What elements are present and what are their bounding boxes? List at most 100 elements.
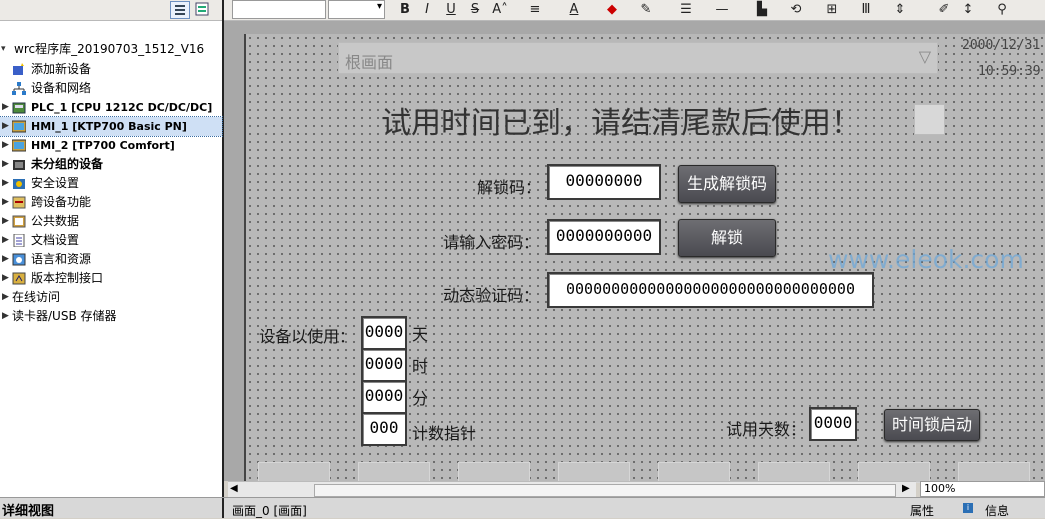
screen-nav-button-2[interactable]: [358, 462, 430, 483]
tree-item-label: 安全设置: [31, 176, 80, 190]
tree-item-version-control[interactable]: ▶ 版本控制接口: [0, 269, 222, 288]
bold-icon[interactable]: B: [398, 2, 412, 17]
expand-arrow-icon[interactable]: ▶: [2, 250, 10, 269]
generate-unlock-code-button[interactable]: 生成解锁码: [678, 165, 776, 203]
expand-arrow-icon[interactable]: ▶: [2, 288, 10, 307]
chevron-down-icon[interactable]: ▾: [377, 1, 382, 12]
security-icon: [12, 177, 26, 190]
zoom-search-icon[interactable]: ⚲: [992, 2, 1012, 17]
chevron-down-icon[interactable]: ▽: [919, 47, 931, 66]
tree-view-icon[interactable]: [170, 1, 190, 19]
hours-field: 0000: [361, 348, 407, 382]
expand-arrow-icon[interactable]: ▶: [2, 307, 10, 326]
layer-icon[interactable]: ↕: [958, 2, 978, 17]
scroll-left-icon[interactable]: ◀: [230, 483, 238, 494]
line-width-icon[interactable]: ☰: [676, 2, 696, 17]
underline-icon[interactable]: U: [444, 2, 458, 17]
screen-nav-button-8[interactable]: [958, 462, 1030, 483]
unlock-button[interactable]: 解锁: [678, 219, 776, 257]
align-objects-icon[interactable]: ▙: [752, 2, 772, 17]
collapse-arrow-icon[interactable]: ▾: [1, 40, 9, 59]
info-tab[interactable]: 信息: [985, 502, 1009, 519]
fill-color-icon[interactable]: ◆: [602, 2, 622, 17]
days-field: 0000: [361, 316, 407, 350]
tree-root[interactable]: ▾ wrc程序库_20190703_1512_V16: [0, 40, 222, 59]
overview-icon[interactable]: [194, 1, 212, 17]
tree-item-label: 版本控制接口: [31, 271, 104, 285]
root-screen-label: 根画面: [345, 53, 394, 72]
tree-item-label: 在线访问: [12, 290, 61, 304]
tree-item-ungrouped[interactable]: ▶ 未分组的设备: [0, 155, 222, 174]
unlock-code-field: 00000000: [547, 164, 661, 200]
tree-item-devices-networks[interactable]: 设备和网络: [0, 79, 222, 98]
expand-arrow-icon[interactable]: ▶: [2, 136, 10, 155]
tree-item-label: 添加新设备: [31, 62, 92, 76]
screen-nav-button-5[interactable]: [658, 462, 730, 483]
screen-nav-button-4[interactable]: [558, 462, 630, 483]
tree-item-label: 公共数据: [31, 214, 80, 228]
horizontal-scrollbar[interactable]: ◀ ▶: [228, 481, 916, 498]
tree-item-security[interactable]: ▶ 安全设置: [0, 174, 222, 193]
add-device-icon: [12, 63, 26, 76]
tree-toolbar: [0, 0, 222, 21]
tree-item-label: 设备和网络: [31, 81, 92, 95]
font-name-field[interactable]: [232, 0, 326, 19]
line-style-icon[interactable]: —: [712, 2, 732, 17]
strikethrough-icon[interactable]: S: [468, 2, 482, 17]
text-align-icon[interactable]: ≡: [524, 2, 546, 17]
expand-arrow-icon[interactable]: ▶: [2, 231, 10, 250]
font-color-icon[interactable]: A: [564, 2, 584, 17]
tree-item-cross-device[interactable]: ▶ 跨设备功能: [0, 193, 222, 212]
screen-nav-button-6[interactable]: [758, 462, 830, 483]
expand-arrow-icon[interactable]: ▶: [2, 155, 10, 174]
columns-icon[interactable]: Ⅲ: [856, 2, 876, 17]
screen-nav-button-7[interactable]: [858, 462, 930, 483]
screen-nav-button-3[interactable]: [458, 462, 530, 483]
expand-arrow-icon[interactable]: ▶: [2, 117, 10, 136]
expand-arrow-icon[interactable]: ▶: [2, 98, 10, 117]
expand-arrow-icon[interactable]: ▶: [2, 269, 10, 288]
font-size-field[interactable]: ▾: [328, 0, 385, 19]
tree-item-languages[interactable]: ▶ 语言和资源: [0, 250, 222, 269]
tree-item-plc1[interactable]: ▶ PLC_1 [CPU 1212C DC/DC/DC]: [0, 98, 222, 117]
bottom-status-bar: 详细视图 画面_0 [画面] 属性 i 信息: [0, 497, 1045, 519]
network-icon: [12, 82, 26, 95]
tree-item-label: 读卡器/USB 存储器: [12, 309, 117, 323]
tree-item-hmi2[interactable]: ▶ HMI_2 [TP700 Comfort]: [0, 136, 222, 155]
tree-item-common-data[interactable]: ▶ 公共数据: [0, 212, 222, 231]
timer-lock-start-button[interactable]: 时间锁启动: [884, 409, 980, 441]
trial-days-field[interactable]: 0000: [809, 407, 857, 441]
font-size-up-icon[interactable]: A˄: [488, 2, 512, 17]
dynamic-code-field: 00000000000000000000000000000000: [547, 272, 874, 308]
tree-item-card-reader[interactable]: ▶ 读卡器/USB 存储器: [0, 307, 222, 326]
tree-item-online-access[interactable]: ▶ 在线访问: [0, 288, 222, 307]
counter-field: 000: [361, 412, 407, 446]
properties-tab[interactable]: 属性: [910, 502, 934, 519]
root-screen-dropdown[interactable]: 根画面 ▽: [338, 42, 938, 74]
tab-screen-0[interactable]: 画面_0 [画面]: [232, 502, 307, 519]
hmi-icon: [11, 120, 27, 133]
zoom-level-value: 100%: [924, 482, 956, 495]
tree-item-label: 语言和资源: [31, 252, 92, 266]
format-painter-icon[interactable]: ✐: [934, 2, 954, 17]
scrollbar-thumb[interactable]: [314, 484, 896, 497]
distribute-icon[interactable]: ⊞: [822, 2, 842, 17]
hmi-icon: [11, 139, 27, 152]
tree-item-doc-settings[interactable]: ▶ 文档设置: [0, 231, 222, 250]
tree-item-add-device[interactable]: 添加新设备: [0, 60, 222, 79]
italic-icon[interactable]: I: [420, 2, 434, 17]
scroll-right-icon[interactable]: ▶: [902, 483, 910, 494]
expand-arrow-icon[interactable]: ▶: [2, 212, 10, 231]
expand-arrow-icon[interactable]: ▶: [2, 193, 10, 212]
unlock-code-label: 解锁码：: [477, 178, 542, 197]
tree-item-hmi1[interactable]: ▶ HMI_1 [KTP700 Basic PN]: [0, 116, 223, 137]
screen-nav-button-1[interactable]: [258, 462, 330, 483]
rotate-icon[interactable]: ⟲: [786, 2, 806, 17]
password-input[interactable]: 0000000000: [547, 219, 661, 255]
zoom-level-field[interactable]: 100%: [920, 481, 1045, 497]
line-color-icon[interactable]: ✎: [636, 2, 656, 17]
minutes-unit-label: 分: [412, 389, 429, 408]
size-equal-icon[interactable]: ⇕: [890, 2, 910, 17]
tree-item-label: 未分组的设备: [31, 157, 104, 171]
expand-arrow-icon[interactable]: ▶: [2, 174, 10, 193]
